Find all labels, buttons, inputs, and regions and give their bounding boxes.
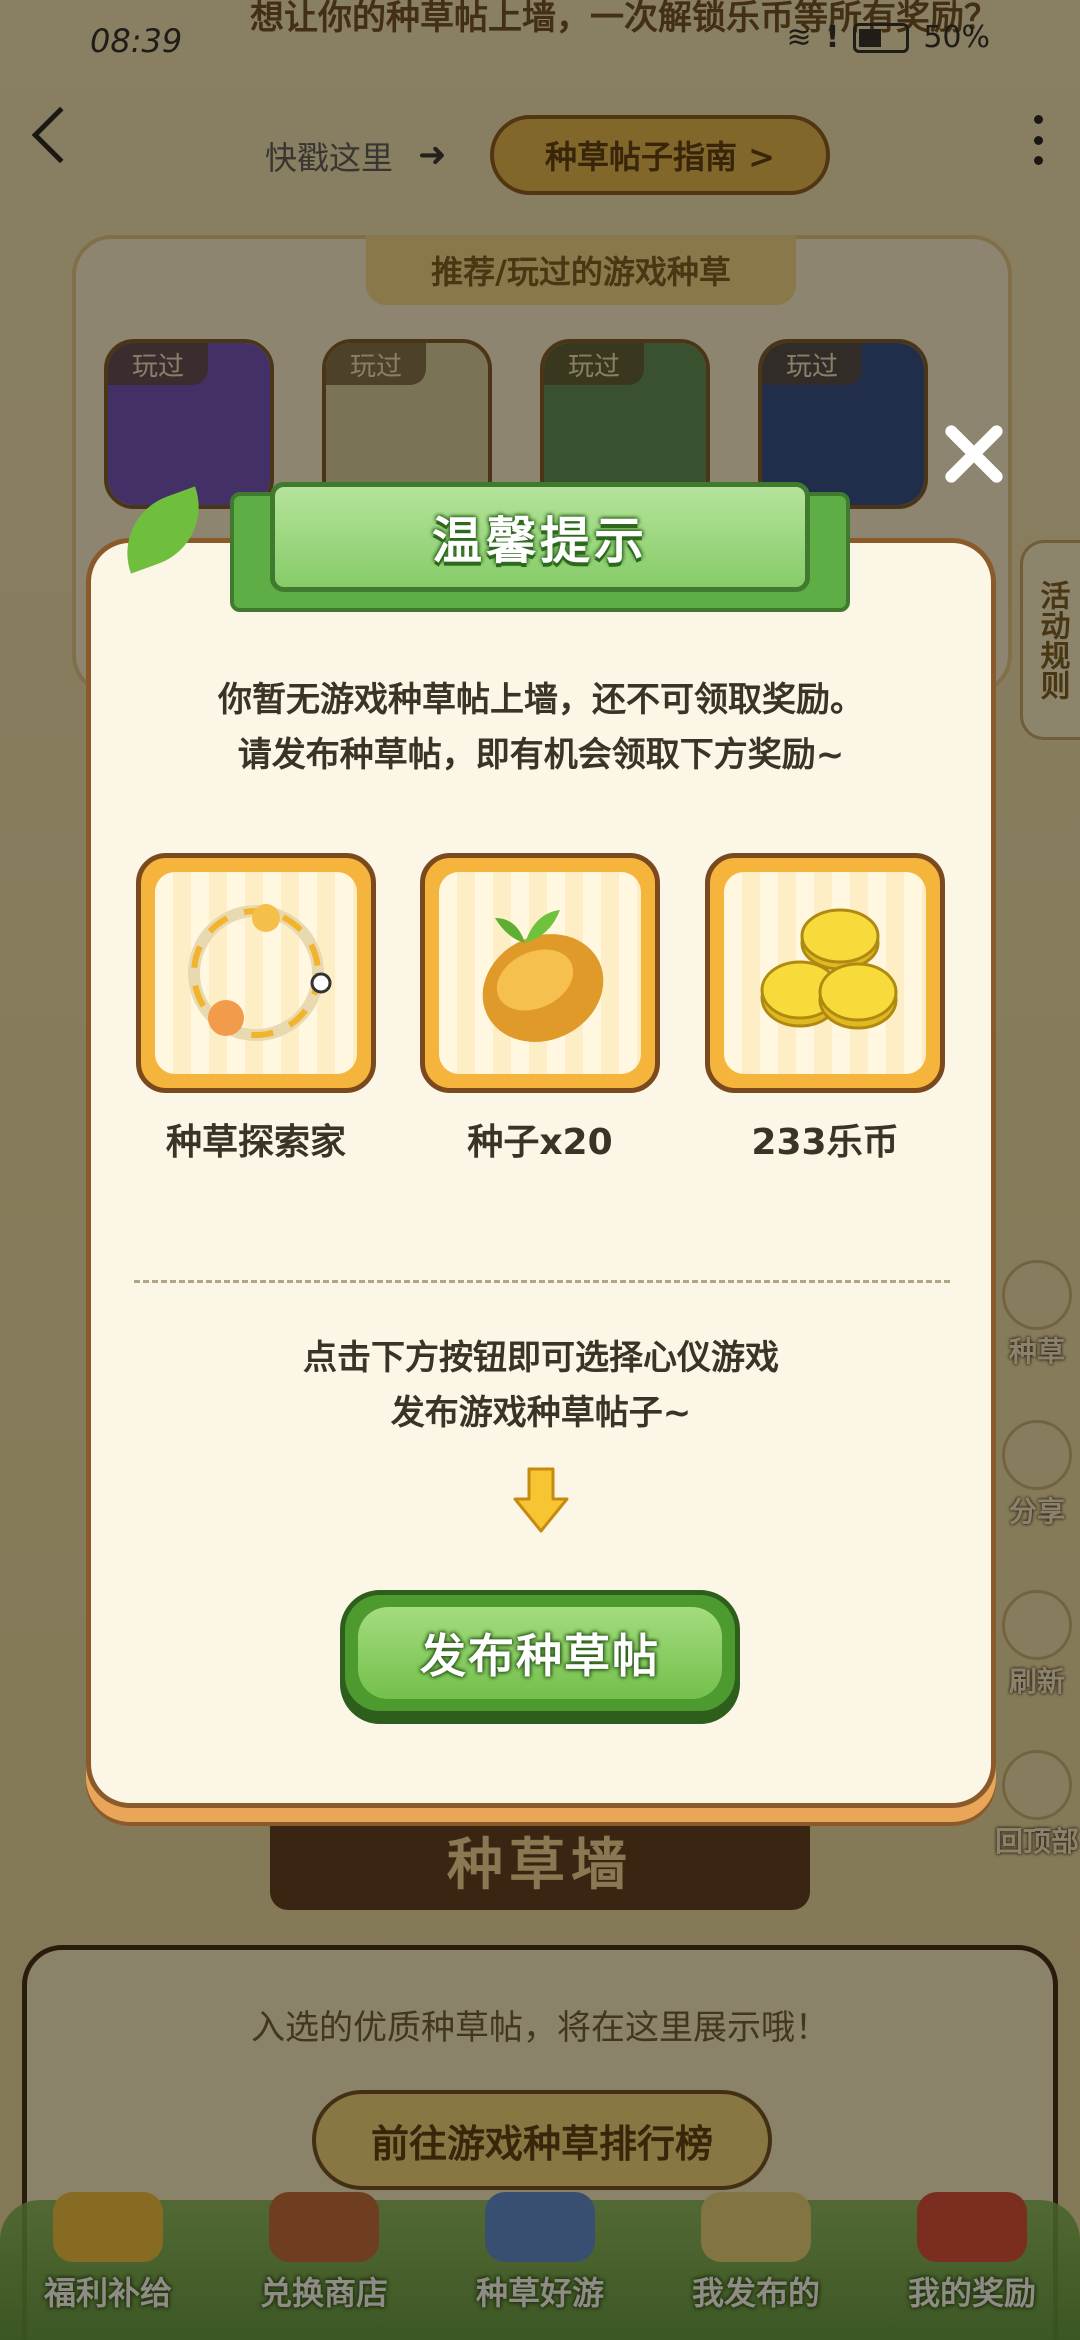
modal-instruction-line2: 发布游戏种草帖子~ bbox=[390, 1393, 692, 1433]
modal-message-line1: 你暂无游戏种草帖上墙，还不可领取奖励。 bbox=[218, 680, 864, 720]
modal-message-line2: 请发布种草帖，即有机会领取下方奖励~ bbox=[237, 735, 845, 775]
modal-header: 温馨提示 bbox=[270, 482, 810, 592]
seed-icon bbox=[482, 910, 604, 1042]
publish-post-label: 发布种草帖 bbox=[358, 1607, 722, 1699]
publish-post-button[interactable]: 发布种草帖 bbox=[340, 1590, 740, 1716]
modal-instruction-line1: 点击下方按钮即可选择心仪游戏 bbox=[303, 1338, 779, 1378]
divider bbox=[134, 1280, 950, 1283]
coins-icon bbox=[760, 908, 898, 1030]
reward-item: 233乐币 bbox=[705, 853, 945, 1165]
reward-item: 种子x20 bbox=[420, 853, 660, 1165]
reward-name: 种草探索家 bbox=[165, 1122, 346, 1163]
reward-name: 233乐币 bbox=[751, 1122, 899, 1163]
avatar-frame-icon bbox=[188, 904, 332, 1041]
reward-item: 种草探索家 bbox=[136, 853, 376, 1165]
close-icon[interactable] bbox=[938, 418, 1008, 488]
modal-title: 温馨提示 bbox=[432, 512, 648, 570]
arrow-down-icon bbox=[513, 1467, 569, 1533]
reward-name: 种子x20 bbox=[467, 1122, 613, 1163]
